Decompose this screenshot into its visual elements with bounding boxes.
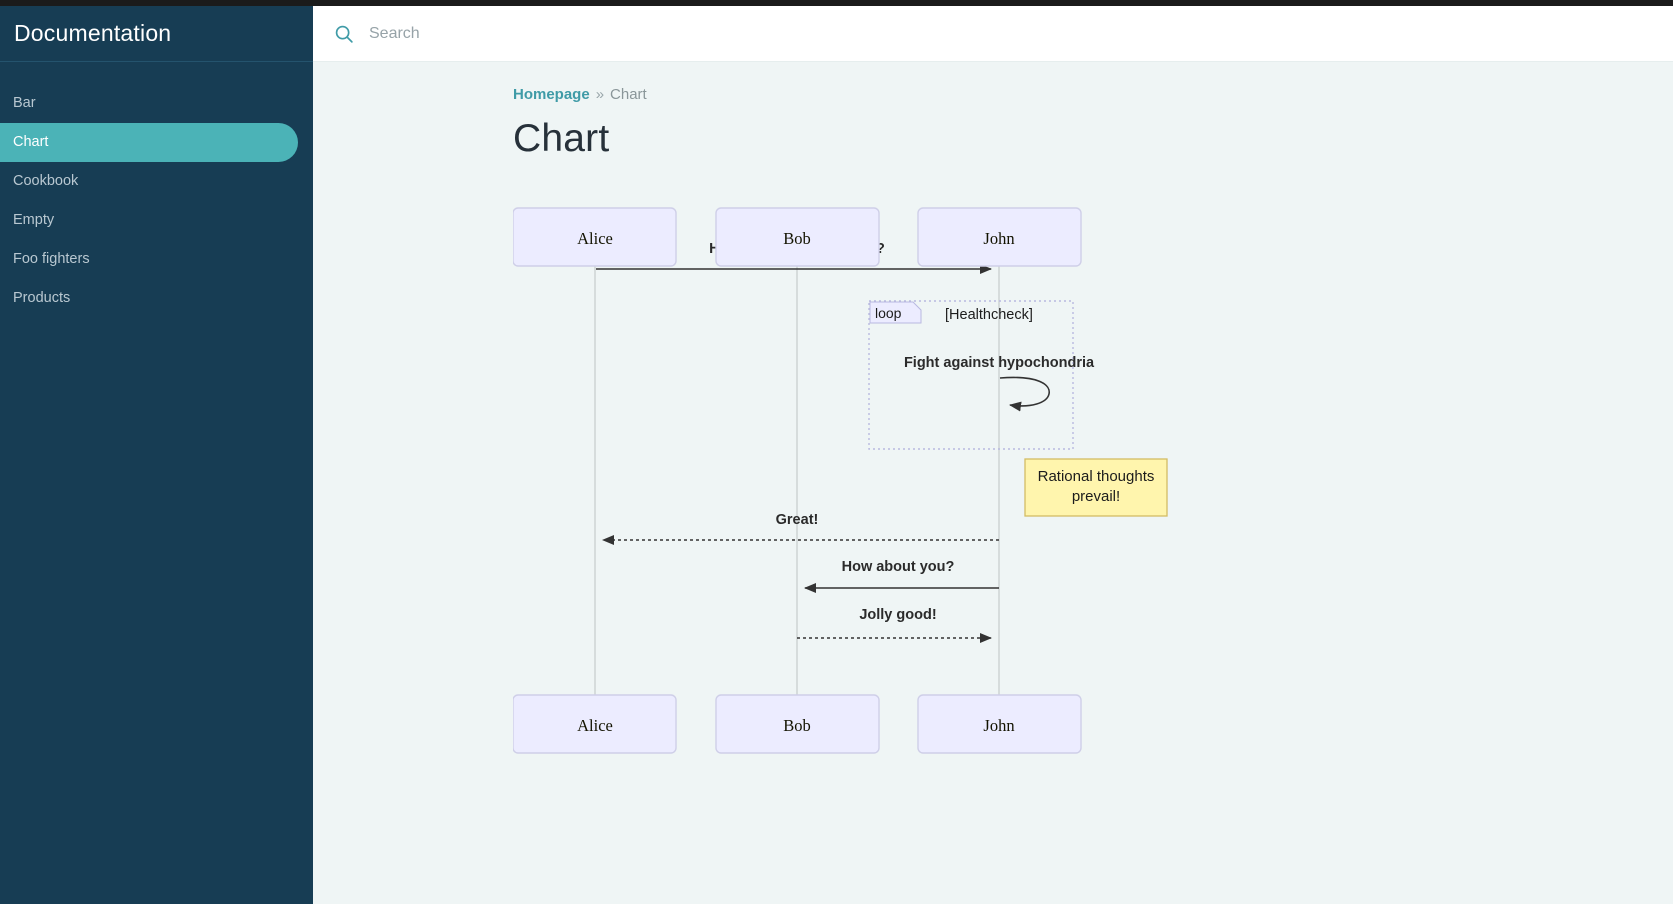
content-inner: Homepage » Chart Chart loop [Healthcheck]… (513, 62, 1473, 769)
loop-label-text: loop (875, 305, 902, 321)
message-4-label: How about you? (842, 559, 955, 575)
note-text-line-1: Rational thoughts (1038, 468, 1155, 485)
search-bar (313, 6, 1673, 62)
message-2-label: Fight against hypochondria (904, 355, 1095, 371)
actor-label-john-bottom: John (983, 716, 1014, 735)
sequence-diagram: loop [Healthcheck] Hello John, how are y… (513, 189, 1473, 769)
sidebar-item-foo-fighters[interactable]: Foo fighters (0, 240, 313, 279)
actor-label-alice-bottom: Alice (577, 716, 613, 735)
sequence-diagram-svg: loop [Healthcheck] Hello John, how are y… (513, 207, 1168, 754)
actor-label-bob-top: Bob (783, 229, 811, 248)
message-2-arrow (999, 376, 1050, 412)
app-window: Documentation Bar Chart Cookbook Empty F… (0, 0, 1673, 904)
lifelines (594, 264, 1000, 706)
browser-chrome-strip (0, 0, 1673, 6)
sidebar-title: Documentation (14, 20, 172, 46)
actor-label-john-top: John (983, 229, 1014, 248)
sidebar: Documentation Bar Chart Cookbook Empty F… (0, 0, 313, 904)
content-scroll-region: Homepage » Chart Chart loop [Healthcheck]… (313, 62, 1673, 904)
sidebar-item-chart[interactable]: Chart (0, 123, 298, 162)
actor-boxes-bottom: Alice Bob John (513, 694, 1082, 754)
loop-block-healthcheck: loop [Healthcheck] (868, 300, 1074, 450)
message-3-great: Great! (602, 512, 999, 545)
page-title: Chart (513, 117, 610, 160)
sidebar-item-bar[interactable]: Bar (0, 84, 313, 123)
message-3-label: Great! (776, 512, 819, 528)
actor-boxes-top: Alice Bob John (513, 207, 1082, 267)
sidebar-item-products[interactable]: Products (0, 279, 313, 318)
note-text-line-2: prevail! (1072, 488, 1120, 505)
loop-condition-text: [Healthcheck] (945, 307, 1033, 323)
search-icon[interactable] (333, 23, 355, 45)
actor-label-bob-bottom: Bob (783, 716, 811, 735)
breadcrumb-home-link[interactable]: Homepage (513, 86, 590, 103)
search-input[interactable] (369, 24, 969, 43)
breadcrumb: Homepage » Chart (513, 86, 1473, 103)
message-5-label: Jolly good! (859, 607, 936, 623)
breadcrumb-current: Chart (610, 86, 647, 103)
sidebar-item-cookbook[interactable]: Cookbook (0, 162, 313, 201)
actor-label-alice-top: Alice (577, 229, 613, 248)
sidebar-item-empty[interactable]: Empty (0, 201, 313, 240)
message-5-jolly-good: Jolly good! (797, 607, 992, 643)
note-rational-thoughts: Rational thoughts prevail! (1024, 458, 1168, 517)
message-4-how-about-you: How about you? (804, 559, 999, 593)
sidebar-nav: Bar Chart Cookbook Empty Foo fighters Pr… (0, 62, 313, 318)
sidebar-header: Documentation (0, 6, 313, 62)
main-area: Homepage » Chart Chart (313, 0, 1673, 904)
breadcrumb-separator: » (595, 86, 605, 103)
